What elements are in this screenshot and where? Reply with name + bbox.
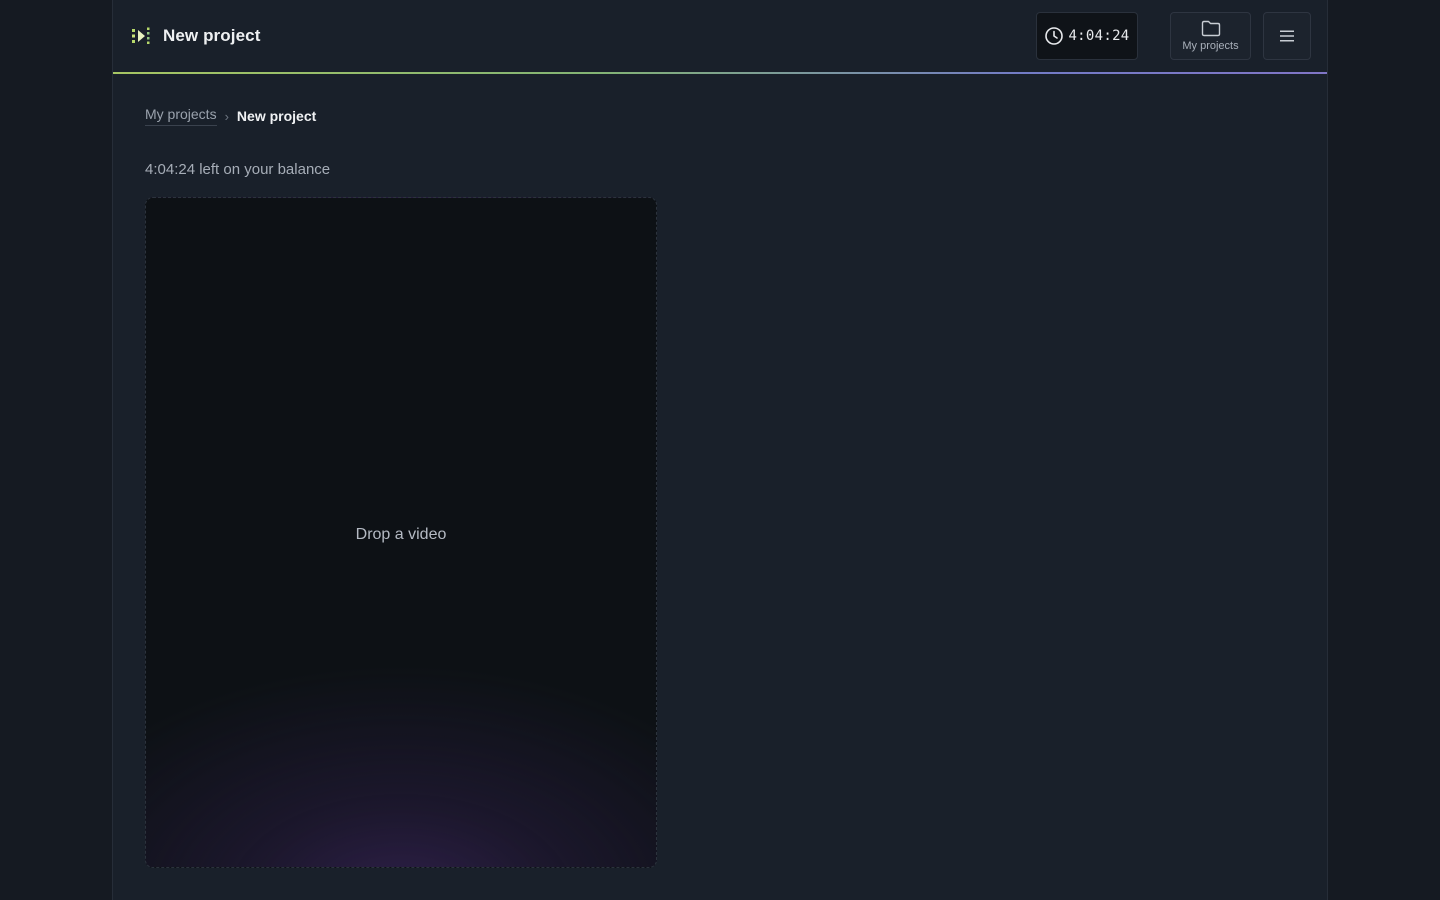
play-chevrons-logo-icon (132, 27, 150, 44)
breadcrumb: My projects › New project (145, 106, 316, 126)
timer-value: 4:04:24 (1068, 28, 1130, 44)
clock-icon (1045, 27, 1064, 45)
my-projects-label: My projects (1182, 40, 1239, 52)
breadcrumb-current: New project (236, 108, 317, 124)
app-window: New project 4:04:24 My projects My proje (112, 0, 1328, 900)
balance-text: 4:04:24 left on your balance (145, 161, 331, 178)
my-projects-button[interactable]: My projects (1170, 12, 1251, 60)
top-bar: New project 4:04:24 My projects (113, 0, 1327, 72)
menu-button[interactable] (1263, 12, 1311, 60)
breadcrumb-separator: › (224, 108, 229, 124)
brand[interactable]: New project (131, 22, 260, 50)
dropzone-label: Drop a video (355, 525, 447, 543)
balance-timer: 4:04:24 (1036, 12, 1138, 60)
hamburger-menu-icon (1280, 30, 1294, 42)
header-accent-line (113, 72, 1327, 74)
folder-icon (1201, 20, 1220, 37)
breadcrumb-my-projects-link[interactable]: My projects (145, 106, 217, 126)
page-title: New project (163, 26, 261, 45)
video-dropzone[interactable]: Drop a video (145, 197, 657, 868)
